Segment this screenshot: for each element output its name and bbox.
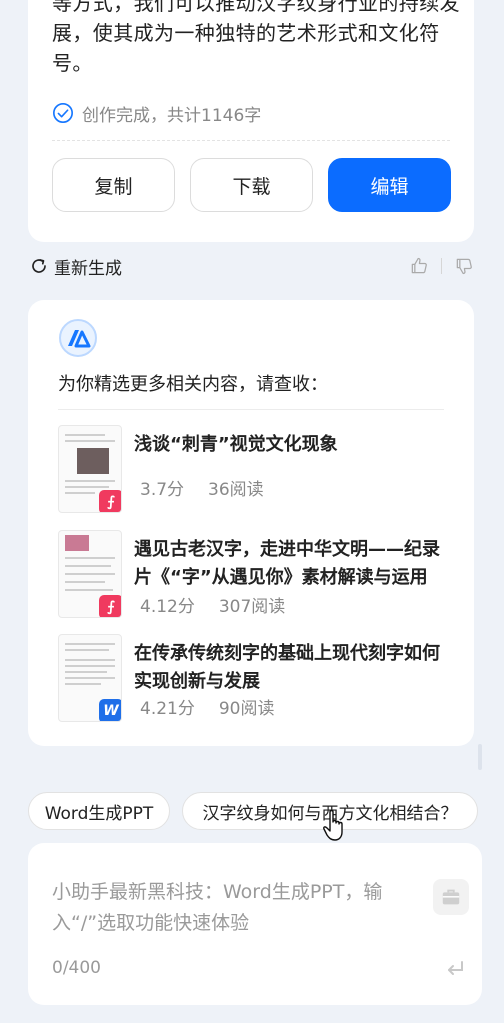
completion-status-text: 创作完成，共计1146字 xyxy=(82,105,262,126)
pdf-icon: ⨍ xyxy=(99,490,121,512)
divider xyxy=(52,140,450,141)
document-thumbnail: ⨍ xyxy=(58,530,122,618)
recommend-item-title: 遇见古老汉字，走进中华文明——纪录片《“字”从遇见你》素材解读与运用 xyxy=(134,539,440,588)
recommend-item-meta: 4.12分 307阅读 xyxy=(140,592,285,617)
thumbs-up-icon[interactable] xyxy=(409,256,429,276)
recommend-item-reads: 36阅读 xyxy=(208,480,264,500)
recommend-item-title: 浅谈“刺青”视觉文化现象 xyxy=(134,434,338,455)
refresh-icon xyxy=(32,259,46,273)
completion-status: 创作完成，共计1146字 xyxy=(52,100,261,126)
scrollbar[interactable] xyxy=(478,744,482,770)
recommend-item[interactable]: ⨍ 遇见古老汉字，走进中华文明——纪录片《“字”从遇见你》素材解读与运用 4.1… xyxy=(58,530,458,618)
document-thumbnail: ⨍ xyxy=(58,425,122,513)
enter-icon[interactable] xyxy=(444,958,466,980)
char-counter: 0/400 xyxy=(52,958,101,978)
hand-cursor-icon xyxy=(323,809,343,841)
recommend-item-meta: 4.21分 90阅读 xyxy=(140,694,275,719)
assistant-logo-icon xyxy=(59,319,97,357)
recommend-item[interactable]: W 在传承传统刻字的基础上现代刻字如何实现创新与发展 4.21分 90阅读 xyxy=(58,634,458,722)
chat-input[interactable]: 小助手最新黑科技：Word生成PPT，输入“/”选取功能快速体验 xyxy=(52,877,422,939)
recommend-item-reads: 90阅读 xyxy=(218,699,275,719)
answer-text: 等方式，我们可以推动汉字纹身行业的持续发展，使其成为一种独特的艺术形式和文化符号… xyxy=(52,0,460,75)
briefcase-icon xyxy=(442,889,460,905)
check-circle-icon xyxy=(53,103,73,123)
recommend-item-score: 4.12分 xyxy=(140,597,195,617)
suggestion-chip[interactable]: Word生成PPT xyxy=(28,792,170,830)
divider xyxy=(58,409,444,410)
document-thumbnail: W xyxy=(58,634,122,722)
recommend-item-score: 3.7分 xyxy=(140,480,185,500)
recommend-item-reads: 307阅读 xyxy=(218,597,286,617)
thumbs-down-icon[interactable] xyxy=(454,256,474,276)
copy-button[interactable]: 复制 xyxy=(52,158,175,212)
recommend-item-title: 在传承传统刻字的基础上现代刻字如何实现创新与发展 xyxy=(134,643,440,692)
download-button[interactable]: 下载 xyxy=(190,158,313,212)
regenerate-button[interactable]: 重新生成 xyxy=(30,254,122,279)
recommend-item-score: 4.21分 xyxy=(140,699,195,719)
word-icon: W xyxy=(99,699,121,721)
tools-button[interactable] xyxy=(433,879,469,915)
regenerate-label: 重新生成 xyxy=(54,258,122,279)
edit-button[interactable]: 编辑 xyxy=(328,158,451,212)
recommend-heading: 为你精选更多相关内容，请查收： xyxy=(58,374,328,395)
feedback-group xyxy=(409,256,474,276)
recommend-item-meta: 3.7分 36阅读 xyxy=(140,475,264,500)
feedback-separator xyxy=(441,258,442,274)
pdf-icon: ⨍ xyxy=(99,595,121,617)
recommend-item[interactable]: ⨍ 浅谈“刺青”视觉文化现象 3.7分 36阅读 xyxy=(58,425,458,513)
